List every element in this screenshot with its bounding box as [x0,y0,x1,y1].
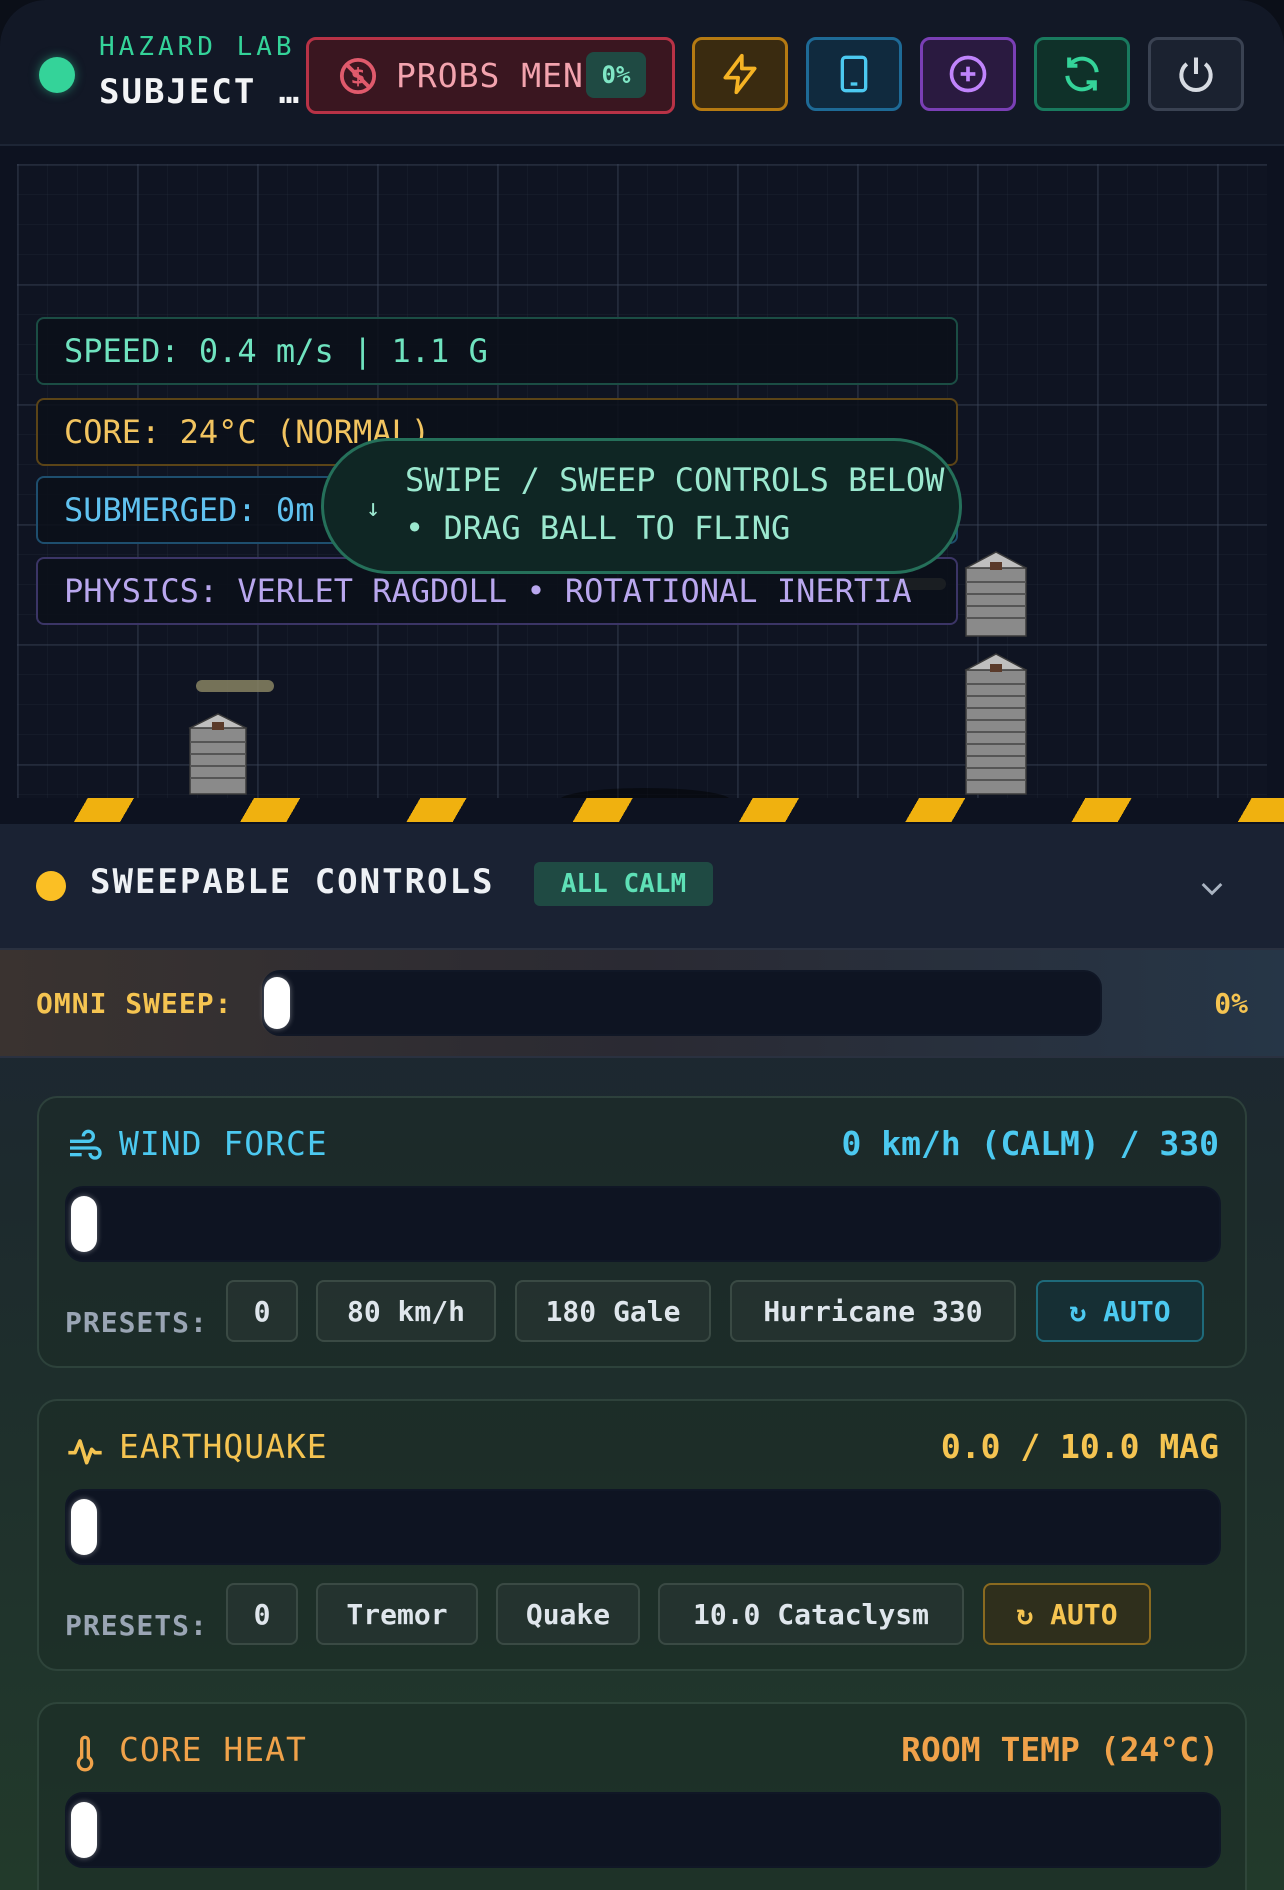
wind-force-title: WIND FORCE [119,1124,328,1163]
earthquake-title: EARTHQUAKE [119,1427,328,1466]
earthquake-thumb[interactable] [71,1499,97,1555]
plus-circle-icon [949,55,987,93]
simulation-canvas[interactable]: SPEED: 0.4 m/s | 1.1 G CORE: 24°C (NORMA… [0,146,1284,824]
hazard-floor-stripe [0,798,1284,822]
wind-presets-label: PRESETS: [65,1306,208,1339]
reset-button[interactable] [1034,37,1130,111]
probs-menu-label: PROBS MENU [396,56,605,95]
controls-header[interactable]: SWEEPABLE CONTROLS ALL CALM [0,824,1284,948]
spawn-button[interactable] [920,37,1016,111]
quake-presets-label: PRESETS: [65,1609,208,1642]
app-frame: HAZARD LAB • SUBJECT … $ PROBS MENU 0% [0,0,1284,1890]
bolt-button[interactable] [692,37,788,111]
wind-auto-button[interactable]: ↻ AUTO [1036,1280,1204,1342]
crate-stack [188,713,248,795]
core-heat-thumb[interactable] [71,1802,97,1858]
wind-preset-80[interactable]: 80 km/h [316,1280,496,1342]
core-heat-title: CORE HEAT [119,1730,307,1769]
core-heat-slider[interactable] [65,1792,1221,1868]
wind-icon [70,1129,102,1160]
app-subtitle: HAZARD LAB • [99,32,335,62]
wind-force-thumb[interactable] [71,1196,97,1252]
omni-sweep-label: OMNI SWEEP: [36,987,233,1020]
chevron-down-icon[interactable] [1196,872,1228,904]
hint-line-2: • DRAG BALL TO FLING [405,509,791,547]
no-money-icon: $ [339,57,377,95]
omni-sweep-slider[interactable] [262,970,1102,1036]
speed-readout: SPEED: 0.4 m/s | 1.1 G [36,317,958,385]
tablet-icon [840,55,868,93]
omni-sweep-value: 0% [1214,987,1248,1020]
bolt-icon [723,53,757,95]
controls-status-dot [36,871,66,901]
wind-force-card: WIND FORCE 0 km/h (CALM) / 330 PRESETS: … [37,1096,1247,1368]
status-indicator [39,57,75,93]
activity-icon [68,1439,102,1465]
quake-preset-quake[interactable]: Quake [496,1583,640,1645]
earthquake-value: 0.0 / 10.0 MAG [940,1427,1219,1466]
quake-auto-button[interactable]: ↻ AUTO [983,1583,1151,1645]
debris-plank [196,680,274,692]
wind-preset-0[interactable]: 0 [226,1280,298,1342]
crate-stack [964,653,1028,795]
wind-preset-180[interactable]: 180 Gale [515,1280,711,1342]
earthquake-card: EARTHQUAKE 0.0 / 10.0 MAG PRESETS: 0 Tre… [37,1399,1247,1671]
down-arrow-icon: ↓ [366,494,381,522]
device-button[interactable] [806,37,902,111]
controls-panel: SWEEPABLE CONTROLS ALL CALM OMNI SWEEP: … [0,824,1284,1890]
quake-preset-tremor[interactable]: Tremor [316,1583,478,1645]
crate-stack [964,551,1028,637]
omni-sweep-thumb[interactable] [264,977,290,1029]
core-heat-value: ROOM TEMP (24°C) [901,1730,1219,1769]
core-heat-card: CORE HEAT ROOM TEMP (24°C) [37,1702,1247,1890]
wind-preset-330[interactable]: Hurricane 330 [730,1280,1016,1342]
wind-force-value: 0 km/h (CALM) / 330 [841,1124,1220,1163]
top-bar: HAZARD LAB • SUBJECT … $ PROBS MENU 0% [0,0,1284,146]
hint-line-1: SWIPE / SWEEP CONTROLS BELOW [405,461,945,499]
thermometer-icon [76,1735,94,1772]
earthquake-slider[interactable] [65,1489,1221,1565]
omni-sweep-row: OMNI SWEEP: 0% [0,948,1284,1058]
calm-status-badge: ALL CALM [534,862,713,906]
quake-preset-0[interactable]: 0 [226,1583,298,1645]
power-button[interactable] [1148,37,1244,111]
quake-preset-cataclysm[interactable]: 10.0 Cataclysm [658,1583,964,1645]
gesture-hint: ↓ SWIPE / SWEEP CONTROLS BELOW • DRAG BA… [321,438,962,574]
refresh-icon [1065,56,1099,92]
controls-title: SWEEPABLE CONTROLS [90,862,495,902]
app-title: SUBJECT … [99,72,302,112]
probs-menu-button[interactable]: $ PROBS MENU 0% [306,37,675,114]
probs-percent-badge: 0% [586,52,646,98]
wind-force-slider[interactable] [65,1186,1221,1262]
power-icon [1179,57,1213,92]
